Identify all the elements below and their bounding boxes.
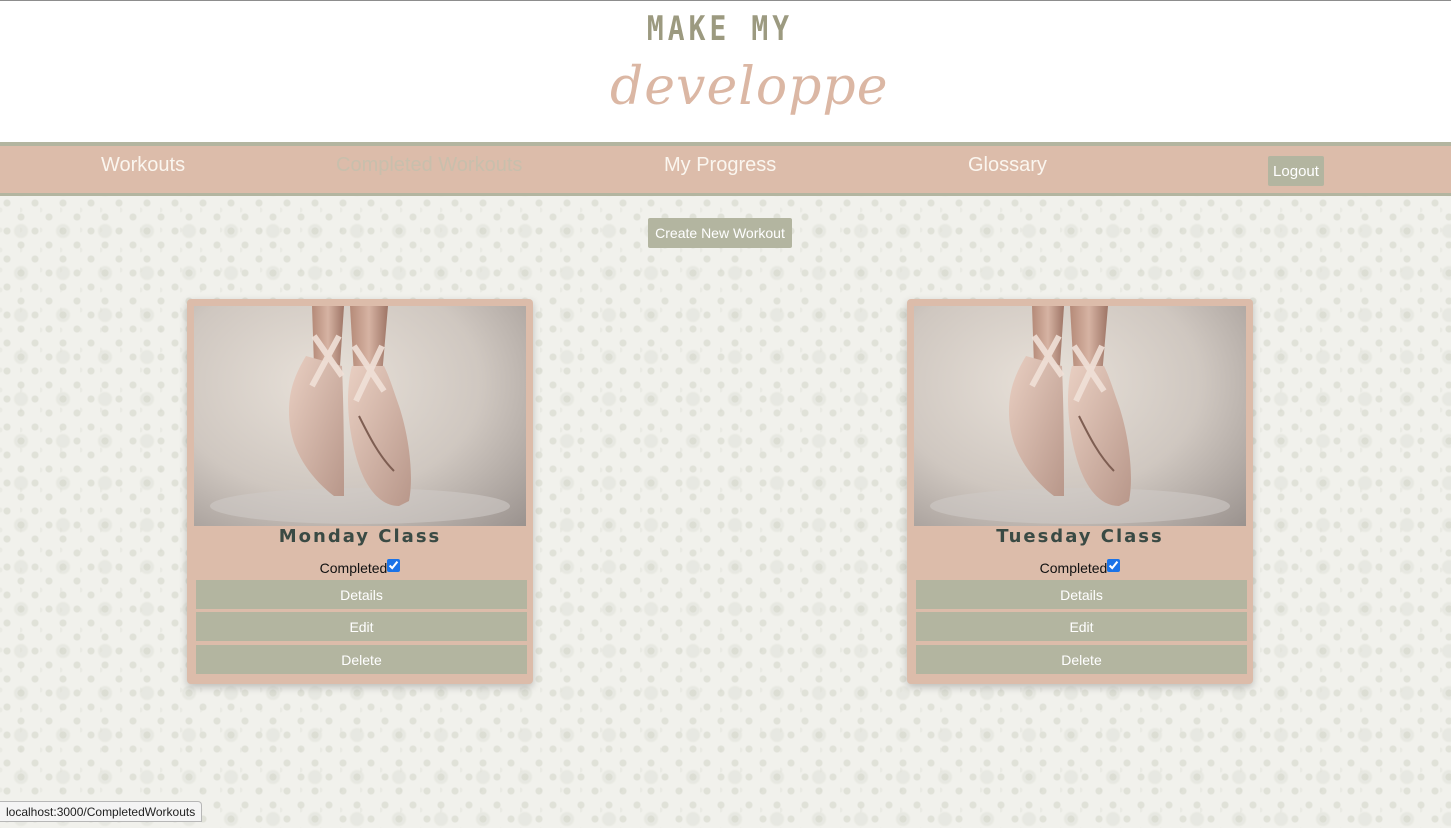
completed-row: Completed	[187, 559, 533, 576]
workout-card: Monday Class Completed Details Edit Dele…	[187, 299, 533, 684]
edit-button[interactable]: Edit	[196, 612, 527, 641]
completed-row: Completed	[907, 559, 1253, 576]
completed-label: Completed	[1039, 560, 1108, 576]
completed-label: Completed	[319, 560, 388, 576]
nav-item-workouts[interactable]: Workouts	[101, 154, 185, 177]
site-logo[interactable]: MAKE MY developpe	[610, 7, 889, 133]
delete-button[interactable]: Delete	[196, 645, 527, 674]
workout-title: Tuesday Class	[996, 526, 1164, 547]
completed-checkbox[interactable]	[387, 559, 401, 572]
completed-checkbox[interactable]	[1107, 559, 1121, 572]
nav-item-my-progress[interactable]: My Progress	[664, 154, 776, 177]
details-button[interactable]: Details	[916, 580, 1247, 609]
delete-button[interactable]: Delete	[916, 645, 1247, 674]
details-button[interactable]: Details	[196, 580, 527, 609]
workout-card: Tuesday Class Completed Details Edit Del…	[907, 299, 1253, 684]
main-nav: Workouts Completed Workouts My Progress …	[0, 142, 1451, 196]
ballet-pointe-shoes-photo	[914, 306, 1246, 526]
nav-item-completed-workouts[interactable]: Completed Workouts	[336, 154, 522, 177]
logo-text-script: developpe	[610, 57, 889, 117]
site-header: MAKE MY developpe	[0, 0, 1451, 142]
browser-status-bar-url: localhost:3000/CompletedWorkouts	[0, 801, 203, 822]
nav-item-glossary[interactable]: Glossary	[968, 154, 1047, 177]
logout-button[interactable]: Logout	[1268, 156, 1324, 186]
edit-button[interactable]: Edit	[916, 612, 1247, 641]
create-new-workout-button[interactable]: Create New Workout	[648, 218, 792, 248]
ballet-pointe-shoes-photo	[194, 306, 526, 526]
workout-title: Monday Class	[278, 526, 442, 547]
logo-text-top: MAKE MY	[646, 9, 794, 49]
